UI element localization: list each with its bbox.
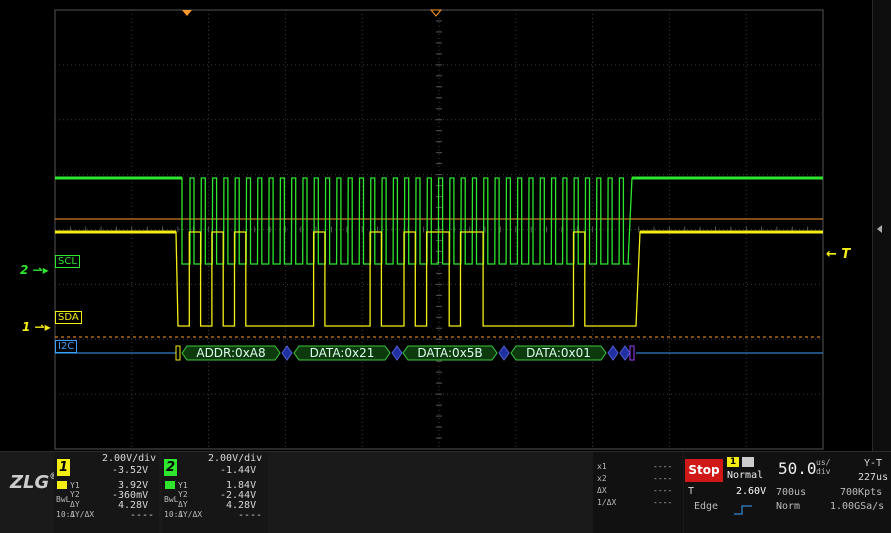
acquisition-mode: Norm [776,501,801,512]
trigger-type: Edge [694,501,719,512]
ch2-dydx: ---- [238,510,263,521]
ch1-y1-label: Y1 [70,481,80,490]
display-mode: Y-T [864,458,883,469]
ch2-volts-div: 2.00V/div [208,453,263,464]
ch1-dydx-label: ΔY/ΔX [70,510,95,519]
ch2-dydx-label: ΔY/ΔX [178,510,203,519]
i2c-bus-label: I2C [55,340,78,353]
time-window: 700us [776,487,807,498]
status-bar: ZLG® 1 2.00V/div -3.52V Y1 3.92V Y2 -360… [0,451,891,533]
ch1-offset: -3.52V [112,465,149,476]
cursor-panel[interactable]: x1 ---- x2 ---- ΔX ---- 1/ΔX ---- [593,452,683,533]
trigger-arrow-icon: ← [826,247,842,262]
ch2-y2-label: Y2 [178,490,188,499]
ch1-panel[interactable]: 1 2.00V/div -3.52V Y1 3.92V Y2 -360mV Bw… [54,452,159,533]
cursor-inv-dx: ---- [653,498,673,507]
ch1-bandwidth: BwL [56,495,71,504]
chevron-left-icon[interactable] [877,225,882,233]
ch2-level-marker[interactable]: 2 ⇀▸ [20,264,49,276]
cursor-x1: ---- [653,462,673,471]
trigger-menu-icon [742,457,754,467]
cursor-x2-label: x2 [597,474,607,483]
ch2-bandwidth: BwL [164,495,179,504]
ch2-y1-label: Y1 [178,481,188,490]
ch1-coupling-icon [57,481,67,489]
side-panel-tab[interactable] [872,0,891,451]
timebase-unit-top: us/ [816,458,831,467]
sample-rate: 1.00GSa/s [830,501,885,512]
decode-packet-label: DATA:0x01 [526,346,591,360]
trigger-source: 1 [727,457,739,467]
stop-button[interactable]: Stop [685,459,723,482]
logo: ZLG® [10,472,58,512]
logo-text: ZLG [10,472,50,493]
rising-edge-icon [734,500,752,515]
scl-label: SCL [55,255,80,268]
waveform-area[interactable]: ADDR:0xA8 DATA:0x21 DATA:0x5B DATA:0x01 [0,0,891,451]
trigger-mode: Normal [727,470,764,481]
ch2-dy-label: ΔY [178,500,188,509]
trigger-t-label: T [688,486,695,497]
ch2-offset: -1.44V [220,465,257,476]
decode-packet-label: DATA:0x21 [310,346,375,360]
ch1-arrow-icon: ⇀▸ [30,320,51,334]
cursor-dx: ---- [653,486,673,495]
sda-label: SDA [55,311,82,324]
trigger-level: 2.60V [736,486,767,497]
timebase-unit-bottom: div [816,467,831,476]
horizontal-position: 227us [858,472,889,483]
ch2-coupling-icon [165,481,175,489]
trigger-marker-label: T [841,247,851,262]
decode-packet-label: ADDR:0xA8 [196,346,265,360]
oscilloscope-screen: ADDR:0xA8 DATA:0x21 DATA:0x5B DATA:0x01 SCL… [0,0,891,533]
ch2-number[interactable]: 2 [164,459,177,476]
ch1-dydx: ---- [130,510,155,521]
trigger-panel[interactable]: Stop 1 Normal T 2.60V Edge [684,452,772,533]
ch1-volts-div: 2.00V/div [102,453,157,464]
cursor-inv-dx-label: 1/ΔX [597,498,617,507]
ch1-dy-label: ΔY [70,500,80,509]
decode-packet-label: DATA:0x5B [417,346,482,360]
cursor-dx-label: ΔX [597,486,607,495]
trigger-level-marker[interactable]: ← T [826,247,851,262]
ch1-number[interactable]: 1 [57,459,70,476]
ch2-arrow-icon: ⇀▸ [28,263,49,277]
timebase-value: 50.0 [778,459,817,478]
ch1-level-marker[interactable]: 1 ⇀▸ [22,321,51,333]
timebase-panel[interactable]: 50.0 us/ div Y-T 227us 700us 700Kpts Nor… [772,452,891,533]
cursor-x2: ---- [653,474,673,483]
memory-depth: 700Kpts [840,487,883,498]
ch2-panel[interactable]: 2 2.00V/div -1.44V Y1 1.84V Y2 -2.44V Bw… [162,452,268,533]
ch1-y2-label: Y2 [70,490,80,499]
cursor-x1-label: x1 [597,462,607,471]
